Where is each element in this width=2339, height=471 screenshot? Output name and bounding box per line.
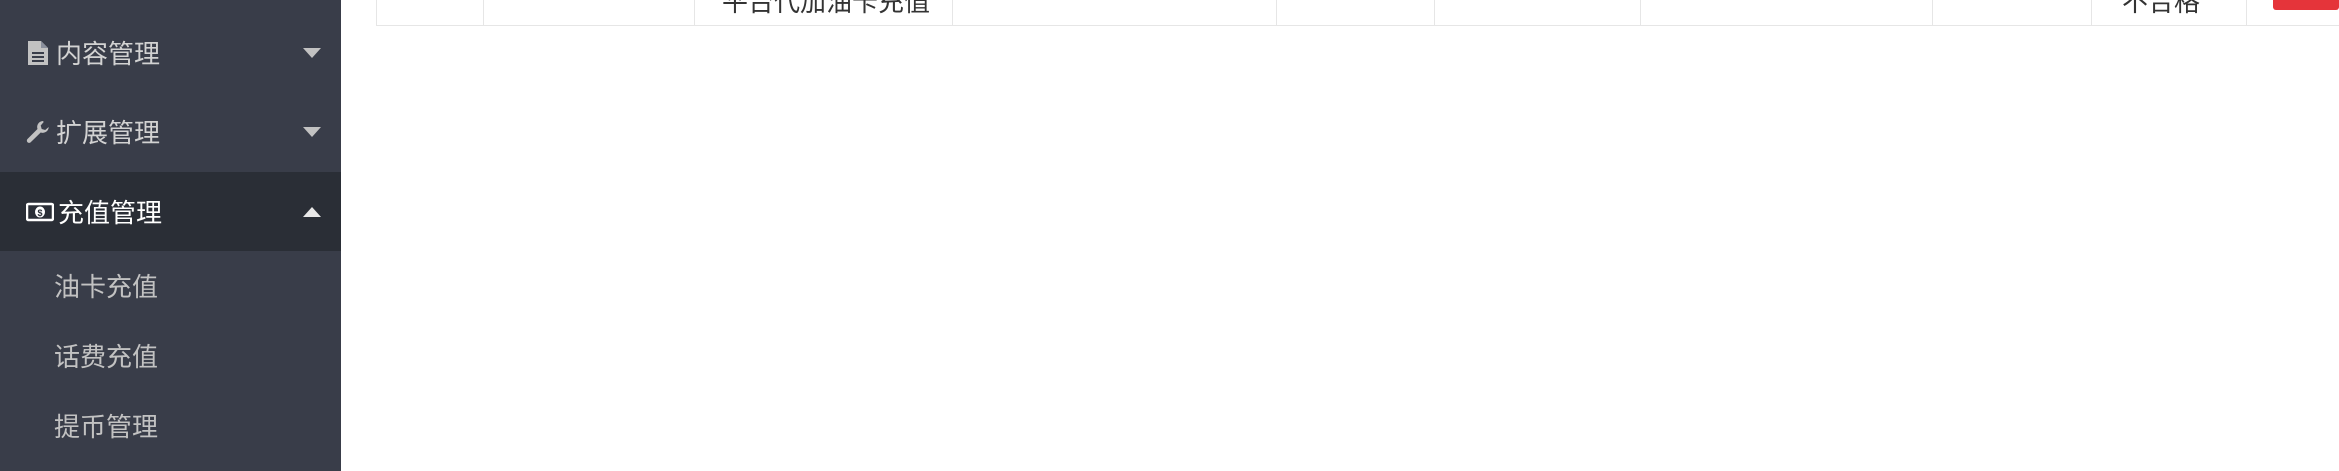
column-divider [2246, 0, 2247, 25]
menu-label: 内容管理 [56, 39, 161, 70]
submenu-oil-card-recharge[interactable]: 油卡充值 [0, 251, 341, 321]
menu-content-management[interactable]: 内容管理 [0, 13, 341, 92]
menu-recharge-management[interactable]: $ 充值管理 [0, 172, 341, 251]
menu-label: 扩展管理 [56, 118, 161, 149]
submenu-label: 油卡充值 [54, 272, 159, 303]
chevron-down-icon [303, 126, 321, 137]
svg-text:$: $ [37, 208, 42, 218]
sidebar: 内容管理 扩展管理 $ 充值管理 油卡充值 话费充值 提币管理 [0, 0, 341, 471]
file-icon [24, 39, 52, 67]
column-divider [1276, 0, 1277, 25]
column-divider [1932, 0, 1933, 25]
column-divider [1434, 0, 1435, 25]
menu-label: 充值管理 [58, 198, 163, 229]
table-cell-type: 平台代加油卡充值 [722, 0, 931, 18]
table-cell-status: 不合格 [2122, 0, 2201, 18]
data-table [376, 0, 2339, 26]
column-divider [483, 0, 484, 25]
submenu-label: 提币管理 [54, 412, 159, 443]
money-icon: $ [26, 198, 54, 226]
submenu-label: 话费充值 [54, 342, 159, 373]
column-divider [1640, 0, 1641, 25]
delete-button[interactable] [2273, 0, 2339, 10]
column-divider [2091, 0, 2092, 25]
column-divider [694, 0, 695, 25]
chevron-up-icon [303, 206, 321, 217]
submenu-withdraw-management[interactable]: 提币管理 [0, 391, 341, 461]
wrench-icon [24, 118, 52, 146]
column-divider [952, 0, 953, 25]
submenu-phone-recharge[interactable]: 话费充值 [0, 321, 341, 391]
menu-extension-management[interactable]: 扩展管理 [0, 92, 341, 171]
chevron-down-icon [303, 47, 321, 58]
